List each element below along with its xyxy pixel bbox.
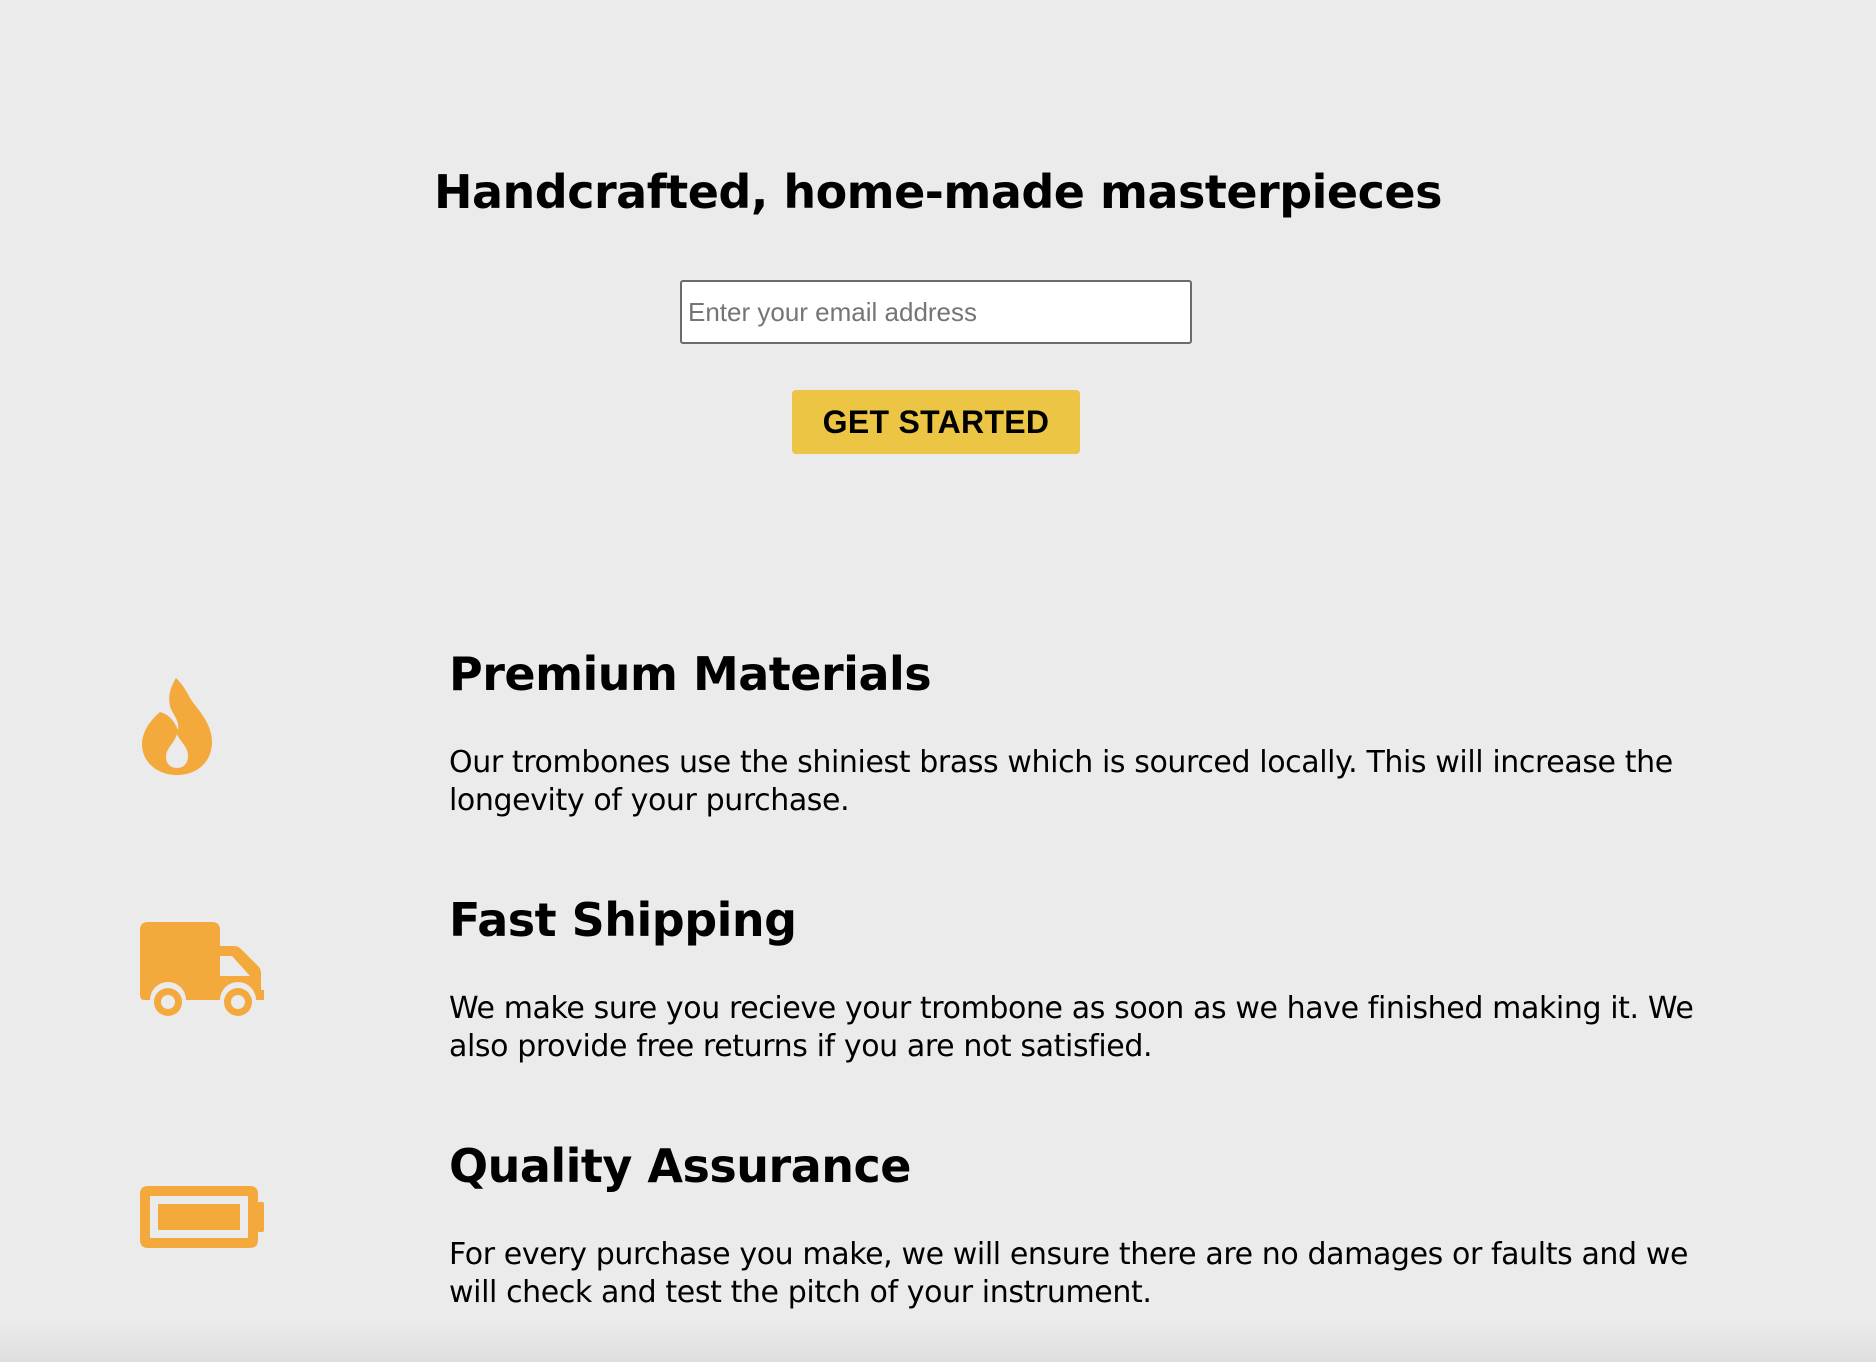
feature-title: Premium Materials <box>449 647 932 701</box>
feature-description: We make sure you recieve your trombone a… <box>449 991 1694 1064</box>
feature-title: Fast Shipping <box>449 893 797 947</box>
feature-description: Our trombones use the shiniest brass whi… <box>449 745 1673 818</box>
email-input[interactable] <box>680 280 1192 344</box>
fire-icon <box>142 678 212 775</box>
feature-description: For every purchase you make, we will ens… <box>449 1237 1689 1310</box>
battery-full-icon <box>140 1186 264 1248</box>
hero-title: Handcrafted, home-made masterpieces <box>434 165 1442 219</box>
feature-title: Quality Assurance <box>449 1139 911 1193</box>
bottom-scroll-shadow <box>0 1322 1876 1362</box>
get-started-button[interactable]: GET STARTED <box>792 390 1080 454</box>
truck-icon <box>140 922 264 1016</box>
